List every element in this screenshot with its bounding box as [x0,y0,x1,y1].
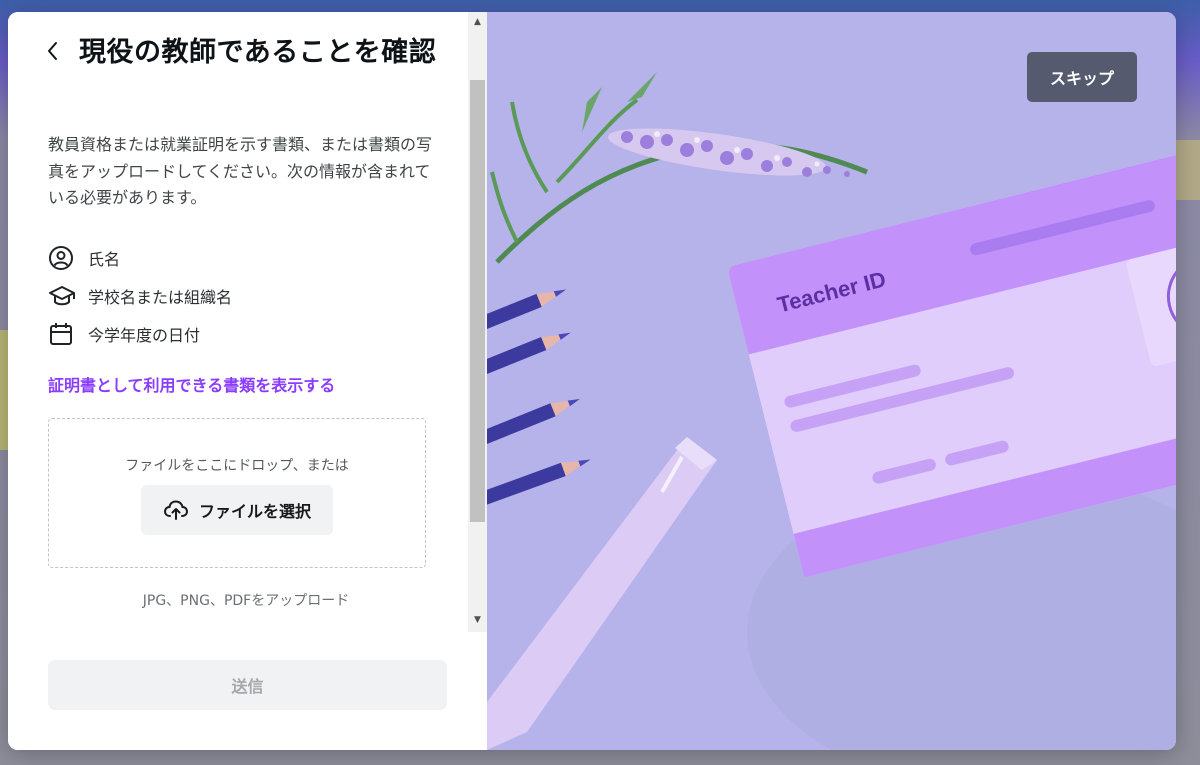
choose-file-button[interactable]: ファイルを選択 [141,485,333,535]
submit-button[interactable]: 送信 [48,660,447,710]
user-circle-icon [48,245,78,271]
requirement-label: 氏名 [88,250,121,269]
scrollbar-thumb[interactable] [470,80,485,522]
drop-instructions: ファイルをここにドロップ、または [125,458,349,474]
back-button[interactable] [38,36,68,66]
view-accepted-documents-link[interactable]: 証明書として利用できる書類を表示する [48,372,335,396]
requirement-school: 学校名または組織名 [48,283,232,309]
form-scroll-area[interactable]: 現役の教師であることを確認 教員資格または就業証明を示す書類、または書類の写真を… [8,12,468,632]
chevron-left-icon [48,42,57,60]
description: 教員資格または就業証明を示す書類、または書類の写真をアップロードしてください。次… [48,135,433,207]
requirement-name: 氏名 [48,245,120,271]
choose-file-label: ファイルを選択 [198,502,311,521]
accepted-formats: JPG、PNG、PDFをアップロード [142,593,350,609]
scroll-down-arrow-icon[interactable]: ▼ [468,612,487,628]
graduation-cap-icon [48,283,78,309]
requirement-date: 今学年度の日付 [48,321,200,347]
teacher-id-illustration: Teacher ID [487,12,1176,750]
illustration-panel: Teacher ID スキップ [487,12,1176,750]
calendar-icon [48,321,78,347]
backdrop-highlight [1174,140,1200,200]
scroll-up-arrow-icon[interactable]: ▲ [468,14,487,30]
form-panel: 現役の教師であることを確認 教員資格または就業証明を示す書類、または書類の写真を… [8,12,487,750]
requirement-label: 今学年度の日付 [88,326,201,345]
requirement-label: 学校名または組織名 [88,288,233,307]
page-title: 現役の教師であることを確認 [79,37,437,68]
cloud-upload-icon [163,499,189,521]
scrollbar[interactable]: ▲ ▼ [468,12,487,632]
skip-button[interactable]: スキップ [1027,52,1137,102]
teacher-verification-dialog: 現役の教師であることを確認 教員資格または就業証明を示す書類、または書類の写真を… [8,12,1176,750]
file-drop-zone[interactable]: ファイルをここにドロップ、または ファイルを選択 [48,418,426,568]
